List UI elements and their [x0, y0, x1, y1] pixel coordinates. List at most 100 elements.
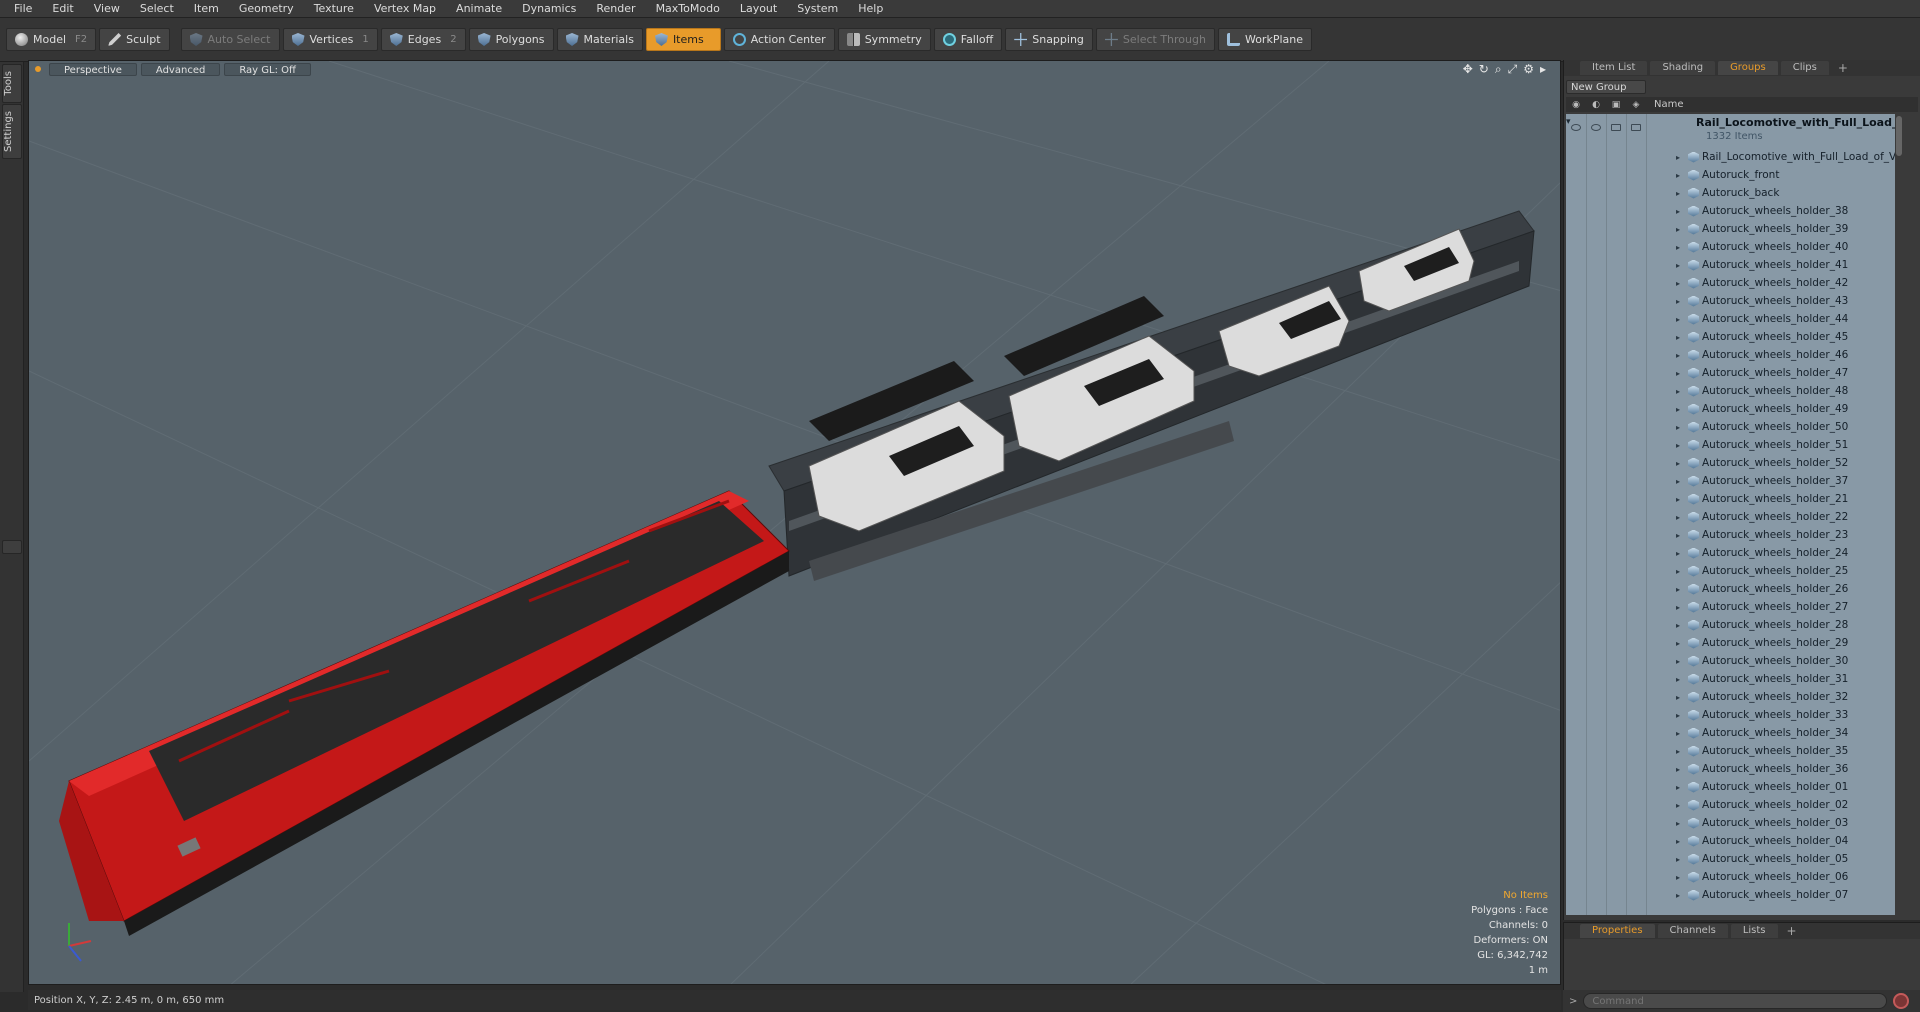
expand-arrow-icon[interactable]: ▸	[1676, 225, 1680, 234]
menu-animate[interactable]: Animate	[446, 2, 512, 15]
tab-properties[interactable]: Properties	[1580, 924, 1655, 938]
list-item[interactable]: ▸ Autoruck_wheels_holder_50	[1566, 418, 1903, 436]
expand-arrow-icon[interactable]: ▸	[1676, 621, 1680, 630]
render-toggle-icon[interactable]	[1591, 124, 1601, 131]
3d-viewport[interactable]: Perspective Advanced Ray GL: Off ✥ ↻ ⌕ ⤢…	[28, 60, 1561, 985]
expand-arrow-icon[interactable]: ▸	[1676, 495, 1680, 504]
list-item[interactable]: ▸ Autoruck_wheels_holder_51	[1566, 436, 1903, 454]
render-column-icon[interactable]: ◐	[1586, 97, 1606, 112]
menu-select[interactable]: Select	[130, 2, 184, 15]
expand-arrow-icon[interactable]: ▸	[1676, 189, 1680, 198]
polygons-button[interactable]: Polygons	[468, 28, 554, 51]
edges-button[interactable]: Edges 2	[380, 28, 466, 51]
add-bottom-tab-icon[interactable]: +	[1787, 924, 1797, 938]
expand-arrow-icon[interactable]: ▸	[1676, 639, 1680, 648]
expand-arrow-icon[interactable]: ▸	[1676, 243, 1680, 252]
expand-arrow-icon[interactable]: ▸	[1676, 333, 1680, 342]
expand-arrow-icon[interactable]: ▸	[1676, 531, 1680, 540]
list-item[interactable]: ▸ Autoruck_wheels_holder_27	[1566, 598, 1903, 616]
list-item[interactable]: ▸ Autoruck_wheels_holder_01	[1566, 778, 1903, 796]
menu-edit[interactable]: Edit	[42, 2, 83, 15]
expand-arrow-icon[interactable]: ▸	[1676, 585, 1680, 594]
list-item[interactable]: ▸ Autoruck_wheels_holder_41	[1566, 256, 1903, 274]
expand-arrow-icon[interactable]: ▸	[1676, 279, 1680, 288]
list-item[interactable]: ▸ Autoruck_wheels_holder_29	[1566, 634, 1903, 652]
tab-clips[interactable]: Clips	[1780, 61, 1829, 75]
list-item[interactable]: ▸ Autoruck_wheels_holder_45	[1566, 328, 1903, 346]
list-item[interactable]: ▸ Autoruck_wheels_holder_37	[1566, 472, 1903, 490]
name-column-header[interactable]: Name	[1646, 99, 1684, 110]
expand-arrow-icon[interactable]: ▸	[1676, 315, 1680, 324]
menu-layout[interactable]: Layout	[730, 2, 787, 15]
model-button[interactable]: Model F2	[6, 28, 97, 51]
list-item[interactable]: ▸ Autoruck_wheels_holder_36	[1566, 760, 1903, 778]
list-item[interactable]: ▸ Autoruck_wheels_holder_48	[1566, 382, 1903, 400]
menu-maxtomodo[interactable]: MaxToModo	[646, 2, 730, 15]
menu-help[interactable]: Help	[848, 2, 893, 15]
menu-vertex-map[interactable]: Vertex Map	[364, 2, 446, 15]
list-item[interactable]: ▸ Autoruck_wheels_holder_21	[1566, 490, 1903, 508]
list-item[interactable]: ▸ Autoruck_wheels_holder_07	[1566, 886, 1903, 904]
list-item[interactable]: ▸ Autoruck_wheels_holder_39	[1566, 220, 1903, 238]
play-icon[interactable]: ▸	[1540, 62, 1546, 77]
list-item[interactable]: ▸ Autoruck_wheels_holder_52	[1566, 454, 1903, 472]
expand-arrow-icon[interactable]: ▸	[1676, 729, 1680, 738]
list-item[interactable]: ▸ Autoruck_wheels_holder_26	[1566, 580, 1903, 598]
tab-shading[interactable]: Shading	[1650, 61, 1716, 75]
list-item[interactable]: ▸ Autoruck_wheels_holder_32	[1566, 688, 1903, 706]
list-item[interactable]: ▸ Autoruck_wheels_holder_05	[1566, 850, 1903, 868]
menu-dynamics[interactable]: Dynamics	[512, 2, 586, 15]
list-item[interactable]: ▸ Autoruck_wheels_holder_31	[1566, 670, 1903, 688]
lock-column-icon[interactable]: ▣	[1606, 97, 1626, 112]
tab-lists[interactable]: Lists	[1730, 924, 1778, 938]
expand-arrow-icon[interactable]: ▸	[1676, 387, 1680, 396]
list-item[interactable]: ▸ Autoruck_wheels_holder_38	[1566, 202, 1903, 220]
eye-icon[interactable]	[1571, 124, 1581, 131]
expand-arrow-icon[interactable]: ▸	[1676, 873, 1680, 882]
menu-geometry[interactable]: Geometry	[229, 2, 304, 15]
expand-arrow-icon[interactable]: ▸	[1676, 711, 1680, 720]
stop-icon[interactable]	[1893, 993, 1910, 1009]
auto-select-button[interactable]: Auto Select	[180, 28, 280, 51]
list-item[interactable]: ▸ Autoruck_wheels_holder_34	[1566, 724, 1903, 742]
list-item[interactable]: ▸ Autoruck_wheels_holder_03	[1566, 814, 1903, 832]
expand-arrow-icon[interactable]: ▸	[1676, 207, 1680, 216]
vertices-button[interactable]: Vertices 1	[282, 28, 378, 51]
tab-groups[interactable]: Groups	[1718, 61, 1778, 75]
list-item[interactable]: ▸ Autoruck_wheels_holder_43	[1566, 292, 1903, 310]
list-item[interactable]: ▸ Autoruck_wheels_holder_23	[1566, 526, 1903, 544]
expand-arrow-icon[interactable]: ▸	[1676, 549, 1680, 558]
expand-arrow-icon[interactable]: ▸	[1676, 441, 1680, 450]
tab-channels[interactable]: Channels	[1657, 924, 1728, 938]
expand-arrow-icon[interactable]: ▸	[1676, 693, 1680, 702]
symmetry-button[interactable]: Symmetry	[837, 28, 931, 51]
workplane-button[interactable]: WorkPlane	[1217, 28, 1312, 51]
list-item[interactable]: ▸ Autoruck_wheels_holder_44	[1566, 310, 1903, 328]
pan-icon[interactable]: ✥	[1463, 62, 1473, 77]
action-center-button[interactable]: Action Center	[723, 28, 835, 51]
sculpt-button[interactable]: Sculpt	[99, 28, 170, 51]
select-column-icon[interactable]: ◈	[1626, 97, 1646, 112]
expand-arrow-icon[interactable]: ▸	[1676, 153, 1680, 162]
expand-arrow-icon[interactable]: ▸	[1676, 891, 1680, 900]
expand-arrow-icon[interactable]: ▸	[1676, 423, 1680, 432]
expand-arrow-icon[interactable]: ▸	[1676, 405, 1680, 414]
menu-file[interactable]: File	[4, 2, 42, 15]
list-item[interactable]: ▸ Autoruck_wheels_holder_42	[1566, 274, 1903, 292]
list-item[interactable]: ▸ Autoruck_wheels_holder_25	[1566, 562, 1903, 580]
list-item[interactable]: ▸ Autoruck_wheels_holder_02	[1566, 796, 1903, 814]
root-group-row[interactable]: ▾ Rail_Locomotive_with_Full_Load_... 133…	[1566, 114, 1903, 148]
expand-arrow-icon[interactable]: ▸	[1676, 837, 1680, 846]
items-button[interactable]: Items	[645, 28, 721, 51]
menu-item[interactable]: Item	[184, 2, 229, 15]
settings-tab[interactable]: Settings	[2, 104, 22, 160]
expand-arrow-icon[interactable]: ▸	[1676, 459, 1680, 468]
panel-collapse-handle[interactable]	[2, 540, 22, 554]
lock-toggle-icon[interactable]	[1611, 124, 1621, 131]
list-item[interactable]: ▸ Autoruck_wheels_holder_24	[1566, 544, 1903, 562]
gear-icon[interactable]: ⚙	[1523, 62, 1534, 77]
falloff-button[interactable]: Falloff	[933, 28, 1003, 51]
list-item[interactable]: ▸ Rail_Locomotive_with_Full_Load_of_V...	[1566, 148, 1903, 166]
expand-arrow-icon[interactable]: ▸	[1676, 747, 1680, 756]
expand-arrow-icon[interactable]: ▸	[1676, 657, 1680, 666]
